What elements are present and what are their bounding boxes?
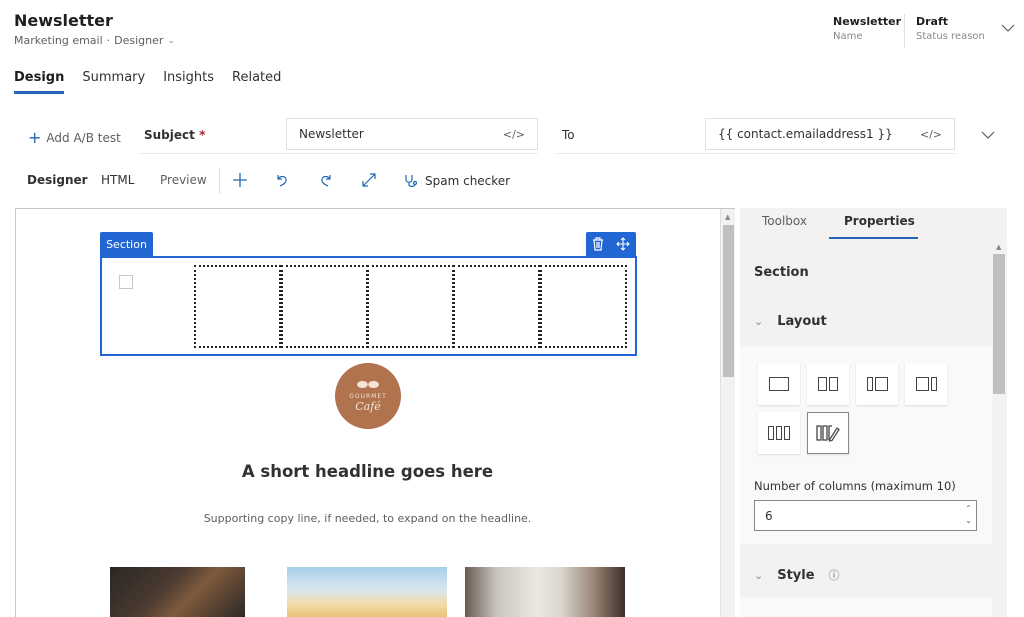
chevron-down-icon[interactable]: ⌄ [167,36,175,46]
preview-button[interactable]: Preview [160,173,207,187]
tab-related[interactable]: Related [232,70,281,94]
required-indicator: * [199,128,206,142]
expand-icon[interactable] [360,170,378,190]
chevron-down-icon: ⌄ [754,315,764,328]
chevron-down-icon: ⌄ [754,568,764,582]
scroll-up-icon[interactable]: ▲ [725,213,730,221]
divider [219,168,220,194]
spam-checker-button[interactable]: Spam checker [403,173,510,189]
code-icon[interactable]: </> [920,128,942,141]
main-tabs: Design Summary Insights Related [14,70,281,94]
column-drop-zone[interactable] [453,265,540,348]
tab-summary[interactable]: Summary [82,70,145,94]
active-tab-indicator [829,237,918,239]
scrollbar-thumb[interactable] [993,254,1005,394]
sky-lettering-image[interactable] [287,567,447,617]
expand-fields-chevron-icon[interactable] [980,127,996,143]
email-headline[interactable]: A short headline goes here [15,462,720,481]
decrement-icon[interactable]: ⌄ [965,515,972,527]
redo-icon[interactable] [317,170,335,190]
columns-count-label: Number of columns (maximum 10) [754,479,956,493]
add-icon[interactable] [231,170,249,190]
add-ab-test-button[interactable]: + Add A/B test [28,128,121,147]
properties-section-title: Section [754,265,809,280]
subject-label: Subject * [144,128,206,142]
form-selector[interactable]: Designer [114,34,163,47]
delete-icon[interactable] [592,237,604,251]
subject-input[interactable]: Newsletter </> [286,118,538,150]
entity-name: Marketing email [14,34,103,47]
header-field-status: Draft Status reason [916,15,985,42]
section-tag[interactable]: Section [100,232,153,256]
layout-custom-button[interactable] [807,412,849,454]
divider [904,14,905,48]
layout-two-columns-button[interactable] [807,363,849,405]
tab-properties[interactable]: Properties [844,214,915,228]
code-icon[interactable]: </> [503,128,525,141]
column-drop-zone[interactable] [367,265,454,348]
info-icon[interactable]: ⓘ [829,567,840,583]
column-drop-zone[interactable] [281,265,368,348]
move-icon[interactable] [616,237,630,251]
scroll-up-icon[interactable]: ▲ [996,243,1001,251]
layout-one-column-button[interactable] [758,363,800,405]
three-columns-icon [768,426,790,440]
to-input[interactable]: {{ contact.emailaddress1 }} </> [705,118,955,150]
layout-wide-narrow-button[interactable] [905,363,947,405]
separator: · [106,34,111,47]
tab-insights[interactable]: Insights [163,70,214,94]
wide-narrow-icon [915,377,937,391]
divider [138,153,538,154]
layout-three-columns-button[interactable] [758,412,800,454]
to-label: To [562,128,575,142]
designer-view-button[interactable]: Designer [27,173,88,187]
spin-buttons[interactable]: ⌃ ⌄ [965,503,972,527]
add-icon: + [28,128,42,147]
coffee-bean-icon: ⬬⬬ [356,378,380,393]
two-columns-icon [818,377,838,391]
coffee-image[interactable] [110,567,245,617]
record-title: Newsletter [14,11,113,30]
style-accordion-body [740,598,992,617]
custom-columns-pencil-icon [816,425,840,442]
stethoscope-icon [405,175,418,187]
increment-icon[interactable]: ⌃ [965,503,972,515]
panel-scrollbar[interactable]: ▲ [992,240,1007,617]
layout-narrow-wide-button[interactable] [856,363,898,405]
column-drop-zone[interactable] [194,265,281,348]
one-column-icon [769,377,789,391]
html-view-button[interactable]: HTML [101,173,134,187]
column-placeholder-checkbox[interactable] [119,275,133,289]
style-accordion-header[interactable]: ⌄ Style ⓘ [754,567,840,583]
section-toolbar [586,232,636,256]
columns-count-input[interactable]: 6 ⌃ ⌄ [754,500,977,531]
email-supporting-copy[interactable]: Supporting copy line, if needed, to expa… [15,512,720,525]
header-field-name: Newsletter Name [833,15,902,42]
record-subtitle: Marketing email · Designer ⌄ [14,34,175,47]
narrow-wide-icon [866,377,888,391]
divider [556,153,956,154]
scrollbar-thumb[interactable] [723,225,734,377]
people-meeting-image[interactable] [465,567,625,617]
tab-toolbox[interactable]: Toolbox [762,214,807,228]
gourmet-cafe-logo[interactable]: ⬬⬬ GOURMET Café [335,363,401,429]
layout-accordion-header[interactable]: ⌄ Layout [754,314,827,329]
canvas-scrollbar[interactable]: ▲ [720,209,735,617]
column-drop-zone[interactable] [540,265,627,348]
undo-icon[interactable] [273,170,291,190]
expand-header-chevron-icon[interactable] [1000,20,1016,36]
tab-design[interactable]: Design [14,70,65,94]
